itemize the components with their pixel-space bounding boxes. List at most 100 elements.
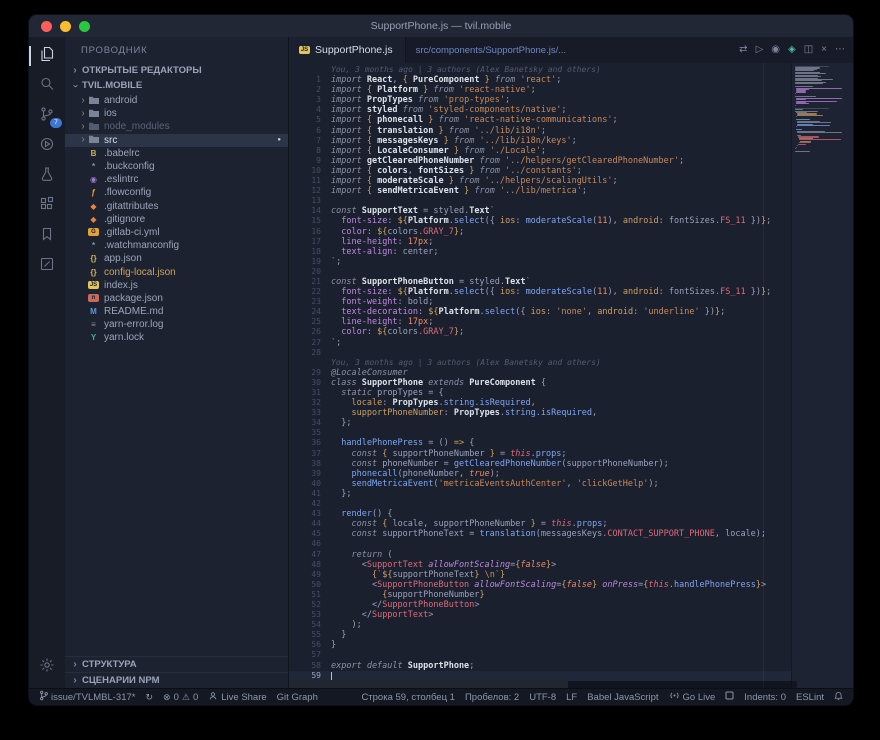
code-line-7[interactable]: 7import { messagesKeys } from '../lib/i1… bbox=[289, 136, 797, 146]
activity-source-control[interactable]: 7 bbox=[29, 101, 65, 131]
tree-folder-ios[interactable]: ›ios bbox=[65, 107, 288, 120]
activity-notes[interactable] bbox=[29, 251, 65, 281]
minimize-window-button[interactable] bbox=[60, 21, 71, 32]
indentation-indicator[interactable]: Пробелов: 2 bbox=[465, 692, 519, 703]
code-line-17[interactable]: 17 line-height: 17px; bbox=[289, 237, 797, 247]
code-line-45[interactable]: 45 const supportPhoneText = translation(… bbox=[289, 529, 797, 539]
code-line-26[interactable]: 26 color: ${colors.GRAY_7}; bbox=[289, 327, 797, 337]
code-line-3[interactable]: 3import PropTypes from 'prop-types'; bbox=[289, 95, 797, 105]
code-line-35[interactable]: 35 bbox=[289, 428, 797, 438]
code-line-57[interactable]: 57 bbox=[289, 650, 797, 660]
live-share-button[interactable]: Live Share bbox=[208, 691, 266, 704]
code-line-54[interactable]: 54 ); bbox=[289, 620, 797, 630]
code-line-41[interactable]: 41 }; bbox=[289, 489, 797, 499]
scrollbar-thumb[interactable] bbox=[289, 681, 568, 688]
code-line-23[interactable]: 23 font-weight: bold; bbox=[289, 297, 797, 307]
code-line-4[interactable]: 4import styled from 'styled-components/n… bbox=[289, 105, 797, 115]
sync-button[interactable]: ↻ bbox=[145, 693, 153, 702]
code-line-29[interactable]: 29@LocaleConsumer bbox=[289, 368, 797, 378]
tree-file-yarn-error.log[interactable]: ≡yarn-error.log bbox=[65, 318, 288, 331]
tree-file-.flowconfig[interactable]: ƒ.flowconfig bbox=[65, 186, 288, 199]
code-line-21[interactable]: 21const SupportPhoneButton = styled.Text… bbox=[289, 277, 797, 287]
code-line-49[interactable]: 49 {`${supportPhoneText} \n`} bbox=[289, 570, 797, 580]
tree-file-app.json[interactable]: {}app.json bbox=[65, 252, 288, 265]
extension-status-button[interactable] bbox=[725, 691, 734, 703]
tree-file-.buckconfig[interactable]: *.buckconfig bbox=[65, 160, 288, 173]
code-line-11[interactable]: 11import { moderateScale } from '../help… bbox=[289, 176, 797, 186]
code-line-40[interactable]: 40 sendMetricaEvent('metricaEventsAuthCe… bbox=[289, 479, 797, 489]
eol-indicator[interactable]: LF bbox=[566, 692, 577, 703]
code-line-52[interactable]: 52 </SupportPhoneButton> bbox=[289, 600, 797, 610]
code-line-27[interactable]: 27`; bbox=[289, 338, 797, 348]
code-line-36[interactable]: 36 handlePhonePress = () => { bbox=[289, 438, 797, 448]
code-line-46[interactable]: 46 bbox=[289, 539, 797, 549]
code-line-22[interactable]: 22 font-size: ${Platform.select({ ios: m… bbox=[289, 287, 797, 297]
code-line-48[interactable]: 48 <SupportText allowFontScaling={false}… bbox=[289, 560, 797, 570]
eslint-status[interactable]: ESLint bbox=[796, 692, 824, 703]
code-line-19[interactable]: 19`; bbox=[289, 257, 797, 267]
activity-run-debug[interactable] bbox=[29, 131, 65, 161]
activity-bookmarks[interactable] bbox=[29, 221, 65, 251]
code-line-2[interactable]: 2import { Platform } from 'react-native'… bbox=[289, 85, 797, 95]
code-line-30[interactable]: 30class SupportPhone extends PureCompone… bbox=[289, 378, 797, 388]
code-line-32[interactable]: 32 locale: PropTypes.string.isRequired, bbox=[289, 398, 797, 408]
tab-supportphone-js[interactable]: JS SupportPhone.js bbox=[289, 37, 406, 63]
tree-file-.eslintrc[interactable]: ◉.eslintrc bbox=[65, 173, 288, 186]
preview-button[interactable]: ◉ bbox=[771, 45, 780, 55]
go-live-button[interactable]: Go Live bbox=[669, 690, 716, 704]
run-button[interactable]: ▷ bbox=[756, 45, 764, 55]
tree-folder-node_modules[interactable]: ›node_modules bbox=[65, 120, 288, 133]
tree-file-.gitignore[interactable]: ◆.gitignore bbox=[65, 213, 288, 226]
tree-file-.gitattributes[interactable]: ◆.gitattributes bbox=[65, 200, 288, 213]
code-line-12[interactable]: 12import { sendMetricaEvent } from '../l… bbox=[289, 186, 797, 196]
code-line-42[interactable]: 42 bbox=[289, 499, 797, 509]
minimap[interactable] bbox=[791, 63, 853, 688]
code-line-28[interactable]: 28 bbox=[289, 348, 797, 358]
tree-file-.gitlab-ci.yml[interactable]: G.gitlab-ci.yml bbox=[65, 226, 288, 239]
code-line-59[interactable]: 59 bbox=[289, 671, 797, 681]
code-line-56[interactable]: 56} bbox=[289, 640, 797, 650]
encoding-indicator[interactable]: UTF-8 bbox=[529, 692, 556, 703]
close-window-button[interactable] bbox=[41, 21, 52, 32]
code-line-1[interactable]: 1import React, { PureComponent } from 'r… bbox=[289, 75, 797, 85]
tree-file-.watchmanconfig[interactable]: *.watchmanconfig bbox=[65, 239, 288, 252]
tree-file-.babelrc[interactable]: B.babelrc bbox=[65, 147, 288, 160]
tree-file-yarn.lock[interactable]: Yyarn.lock bbox=[65, 331, 288, 344]
section-workspace[interactable]: › TVIL.MOBILE bbox=[65, 78, 288, 93]
tree-file-package.json[interactable]: npackage.json bbox=[65, 292, 288, 305]
activity-settings[interactable] bbox=[29, 652, 65, 682]
tree-file-index.js[interactable]: JSindex.js bbox=[65, 279, 288, 292]
code-line-15[interactable]: 15 font-size: ${Platform.select({ ios: m… bbox=[289, 216, 797, 226]
activity-search[interactable] bbox=[29, 71, 65, 101]
activity-explorer[interactable] bbox=[29, 41, 65, 71]
code-line-43[interactable]: 43 render() { bbox=[289, 509, 797, 519]
diff-button[interactable]: ⇄ bbox=[739, 45, 747, 55]
code-line-38[interactable]: 38 const phoneNumber = getClearedPhoneNu… bbox=[289, 459, 797, 469]
code-line-16[interactable]: 16 color: ${colors.GRAY_7}; bbox=[289, 227, 797, 237]
code-line-18[interactable]: 18 text-align: center; bbox=[289, 247, 797, 257]
code-line-44[interactable]: 44 const { locale, supportPhoneNumber } … bbox=[289, 519, 797, 529]
code-line-5[interactable]: 5import { phonecall } from 'react-native… bbox=[289, 115, 797, 125]
code-line-47[interactable]: 47 return ( bbox=[289, 550, 797, 560]
code-line-24[interactable]: 24 text-decoration: ${Platform.select({ … bbox=[289, 307, 797, 317]
more-actions-button[interactable]: ⋯ bbox=[835, 45, 845, 55]
code-line-13[interactable]: 13 bbox=[289, 196, 797, 206]
tree-file-config-local.json[interactable]: {}config-local.json bbox=[65, 265, 288, 278]
tree-folder-android[interactable]: ›android bbox=[65, 94, 288, 107]
code-line-10[interactable]: 10import { colors, fontSizes } from '../… bbox=[289, 166, 797, 176]
code-editor[interactable]: You, 3 months ago | 3 authors (Alex Bane… bbox=[289, 63, 853, 688]
section-npm-scripts[interactable]: › СЦЕНАРИИ NPM bbox=[65, 672, 288, 688]
code-line-8[interactable]: 8import { LocaleConsumer } from './Local… bbox=[289, 146, 797, 156]
code-line-58[interactable]: 58export default SupportPhone; bbox=[289, 661, 797, 671]
activity-testing[interactable] bbox=[29, 161, 65, 191]
test-button[interactable]: ◈ bbox=[788, 45, 796, 55]
zoom-window-button[interactable] bbox=[79, 21, 90, 32]
problems-indicator[interactable]: ⊗ 0 ⚠ 0 bbox=[163, 692, 198, 703]
code-line-34[interactable]: 34 }; bbox=[289, 418, 797, 428]
code-line-31[interactable]: 31 static propTypes = { bbox=[289, 388, 797, 398]
tree-file-README.md[interactable]: MREADME.md bbox=[65, 305, 288, 318]
code-line-53[interactable]: 53 </SupportText> bbox=[289, 610, 797, 620]
branch-indicator[interactable]: issue/TVLMBL-317* bbox=[39, 690, 135, 704]
code-line-6[interactable]: 6import { translation } from '../lib/i18… bbox=[289, 126, 797, 136]
horizontal-scrollbar[interactable] bbox=[289, 681, 797, 688]
